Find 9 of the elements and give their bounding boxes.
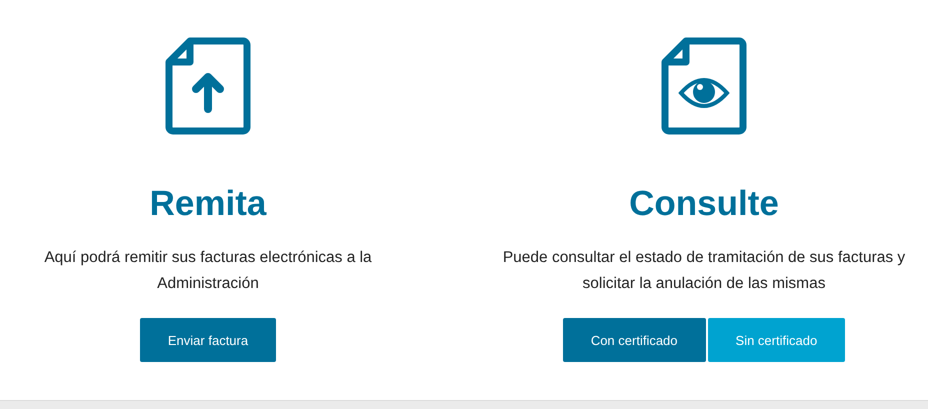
primary-button[interactable]: Con certificado xyxy=(562,318,706,362)
primary-button[interactable]: Enviar factura xyxy=(140,318,276,362)
card-title: Consulte xyxy=(629,183,779,225)
card-description: Aquí podrá remitir sus facturas electrónicas a la Administración xyxy=(43,248,373,294)
file-eye-icon xyxy=(661,37,747,135)
card-title: Remita xyxy=(150,183,266,225)
file-upload-icon xyxy=(165,37,251,135)
card-description: Puede consultar el estado de tramitación de sus facturas y solicitar la anulación de las mismas xyxy=(502,248,906,294)
secondary-button[interactable]: Sin certificado xyxy=(708,318,846,362)
